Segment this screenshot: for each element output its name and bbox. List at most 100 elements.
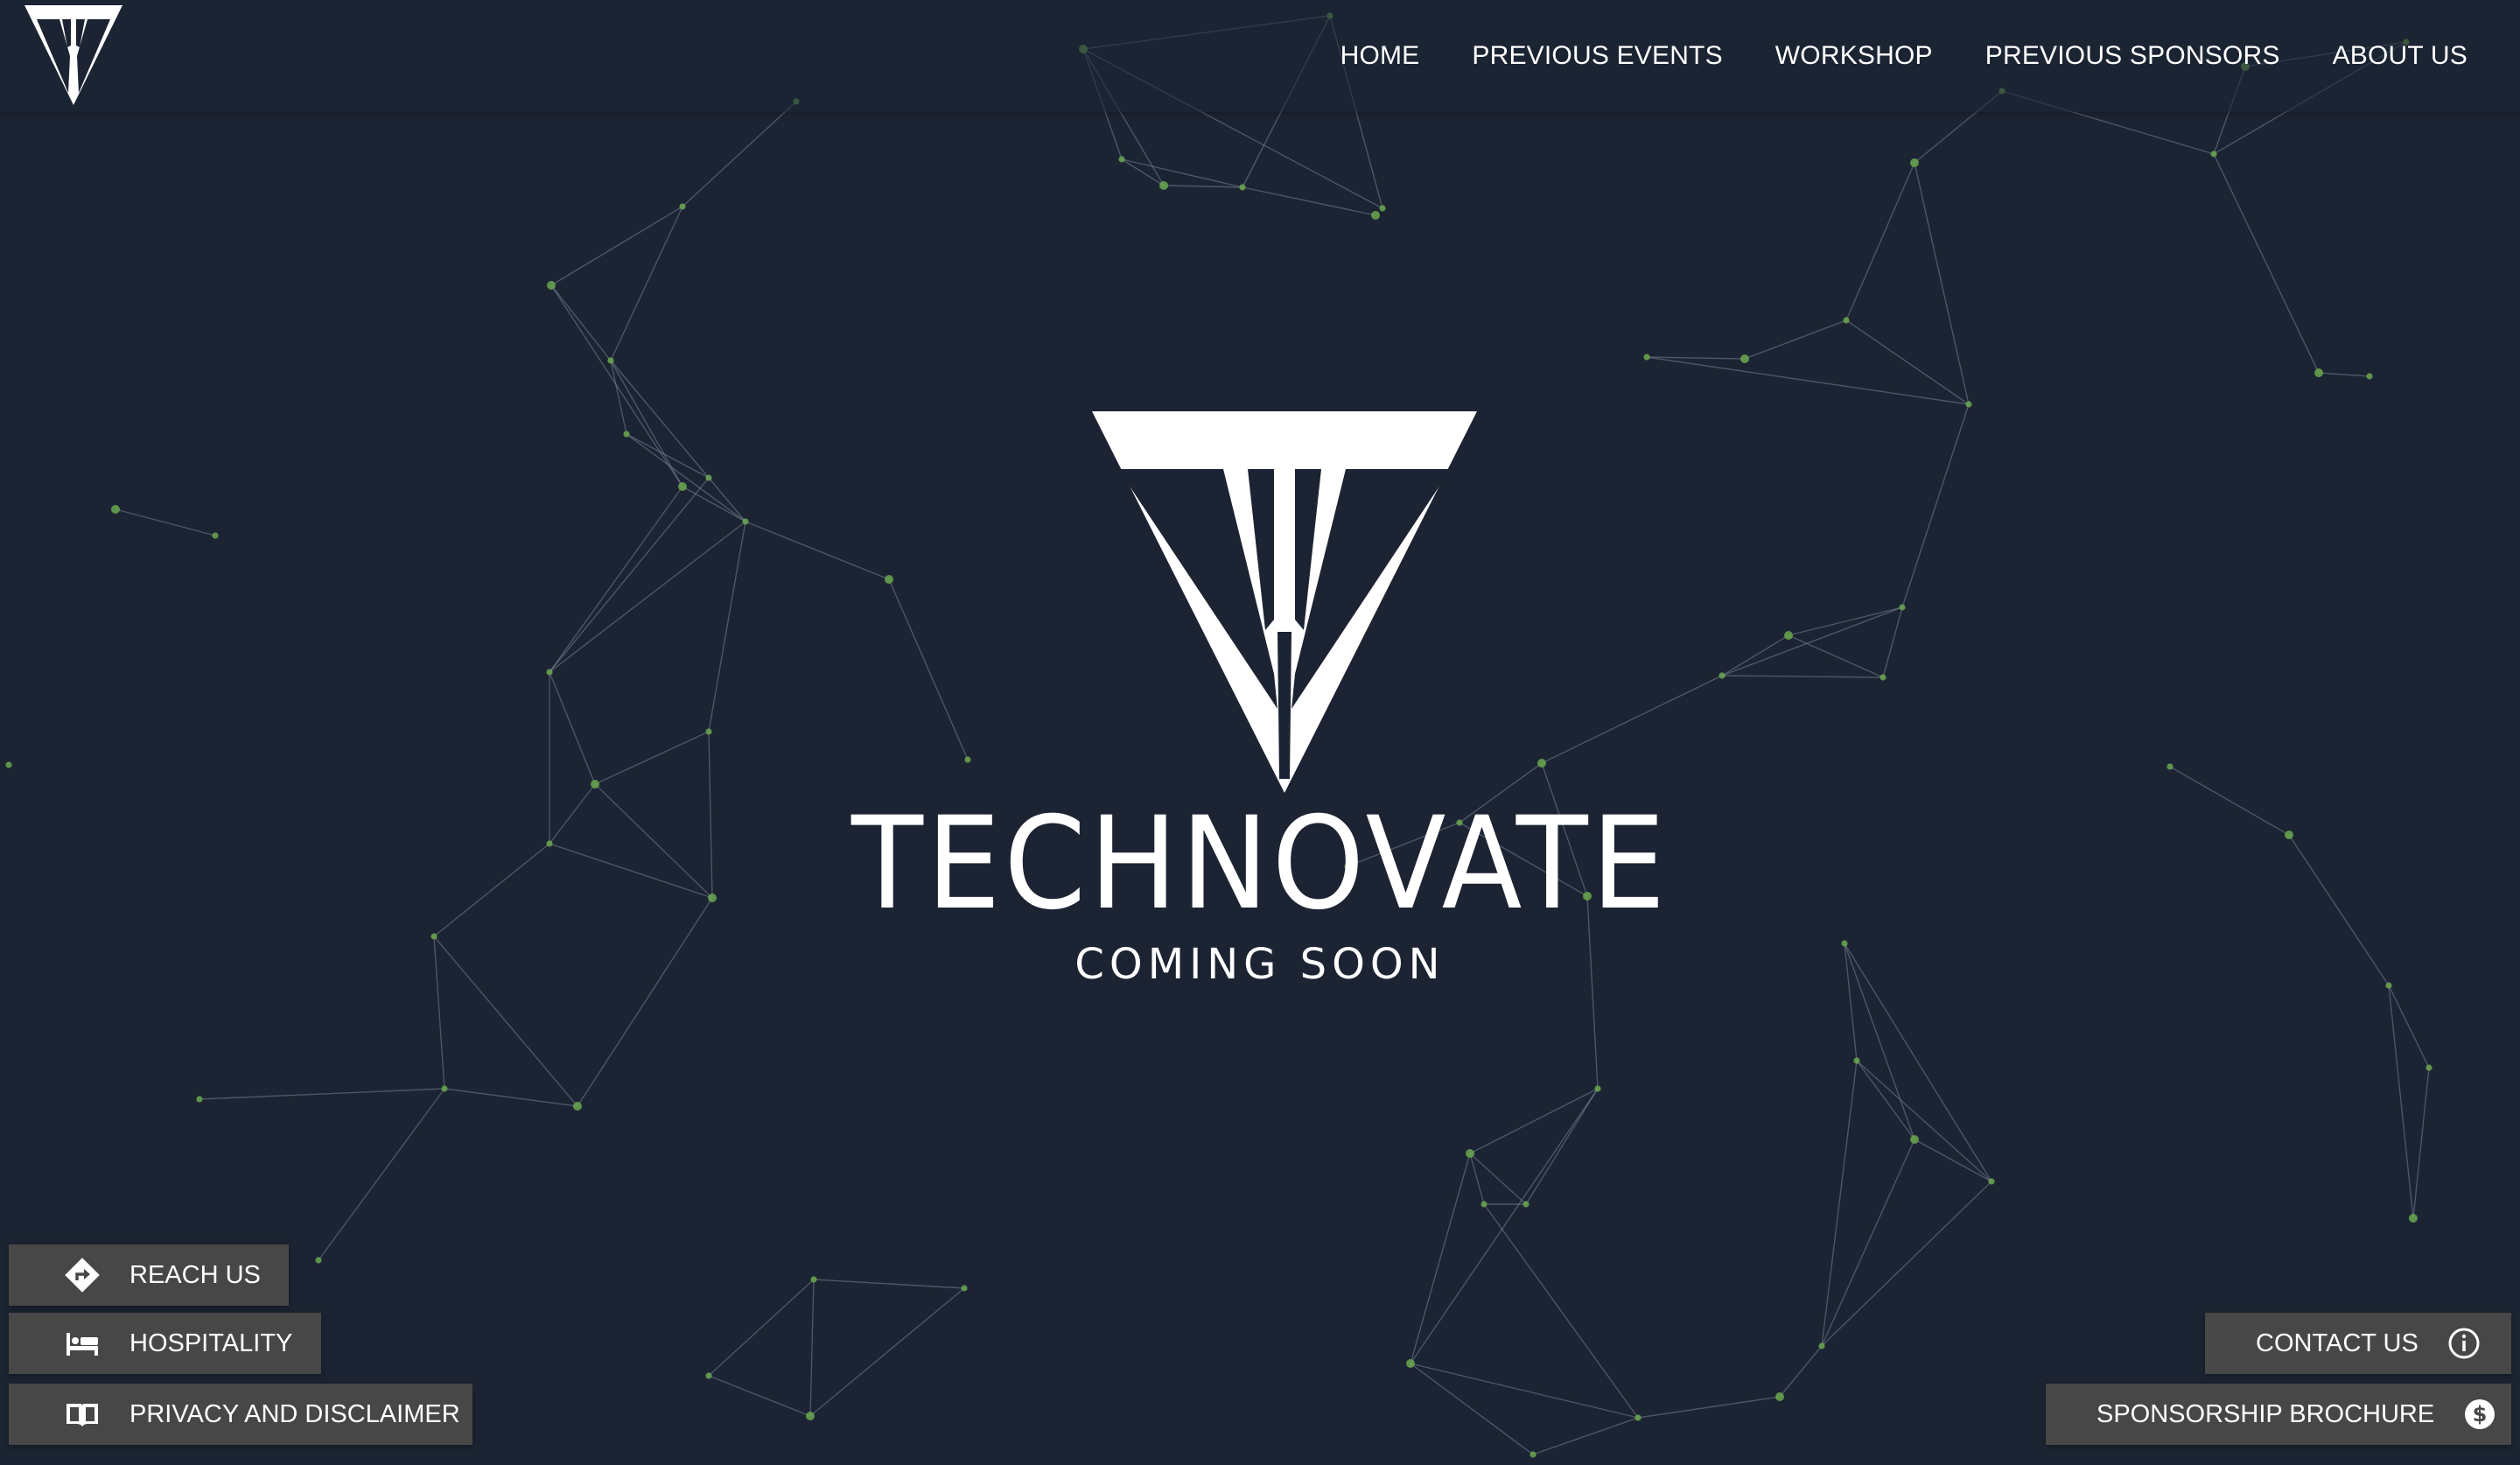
directions-icon: [63, 1256, 102, 1294]
network-edge: [1410, 1153, 1471, 1364]
network-edge: [708, 1375, 811, 1417]
network-node: [212, 532, 219, 539]
page-root: HOME PREVIOUS EVENTS WORKSHOP PREVIOUS S…: [0, 0, 2520, 1465]
network-node: [1643, 354, 1650, 361]
network-edge: [1744, 319, 1847, 360]
contact-us-button[interactable]: CONTACT US: [2205, 1313, 2511, 1374]
network-edge: [708, 477, 746, 522]
network-edge: [1914, 162, 1970, 405]
nav-previous-sponsors[interactable]: PREVIOUS SPONSORS: [1959, 0, 2306, 112]
network-edge: [1469, 1153, 1485, 1205]
reach-us-label: REACH US: [130, 1260, 261, 1289]
dollar-icon: $: [2462, 1397, 2497, 1432]
nav-about-us[interactable]: ABOUT US: [2306, 0, 2494, 112]
network-edge: [594, 731, 710, 785]
network-node: [1718, 672, 1726, 679]
svg-text:$: $: [2473, 1402, 2488, 1426]
network-edge: [549, 486, 683, 673]
network-node: [1910, 158, 1919, 167]
network-edge: [1856, 1060, 1915, 1140]
network-node: [705, 728, 712, 735]
network-edge: [1721, 606, 1903, 676]
network-node: [1379, 205, 1386, 212]
network-edge: [1845, 162, 1915, 321]
network-edge: [2318, 372, 2370, 377]
network-node: [1853, 1057, 1860, 1064]
privacy-disclaimer-button[interactable]: PRIVACY AND DISCLAIMER: [9, 1384, 472, 1445]
network-edge: [1721, 675, 1884, 678]
book-icon: [63, 1395, 102, 1433]
nav-home[interactable]: HOME: [1314, 0, 1446, 112]
network-edge: [1821, 1139, 1915, 1347]
network-edge: [1121, 158, 1243, 188]
network-node: [623, 431, 630, 438]
network-edge: [115, 508, 216, 536]
network-node: [547, 281, 556, 290]
network-node: [1634, 1414, 1642, 1421]
network-node: [1988, 1178, 1995, 1185]
network-node: [885, 575, 893, 584]
network-edge: [626, 433, 746, 522]
main-navigation: HOME PREVIOUS EVENTS WORKSHOP PREVIOUS S…: [1314, 0, 2494, 112]
network-edge: [1821, 1060, 1858, 1347]
network-edge: [2388, 985, 2414, 1219]
network-edge: [1637, 1396, 1781, 1419]
nav-previous-events[interactable]: PREVIOUS EVENTS: [1446, 0, 1748, 112]
network-edge: [444, 1088, 578, 1107]
privacy-disclaimer-label: PRIVACY AND DISCLAIMER: [130, 1399, 460, 1428]
network-edge: [1821, 1181, 1992, 1347]
contact-us-label: CONTACT US: [2256, 1328, 2418, 1357]
technovate-logo-icon[interactable]: [21, 2, 126, 107]
network-edge: [550, 284, 683, 487]
network-node: [1406, 1359, 1415, 1368]
network-node: [1522, 1201, 1530, 1208]
network-edge: [682, 101, 797, 207]
network-node: [1371, 211, 1380, 220]
network-node: [705, 474, 712, 481]
network-edge: [682, 486, 746, 522]
network-edge: [626, 433, 710, 479]
nav-workshop[interactable]: WORKSHOP: [1749, 0, 1959, 112]
network-node: [5, 761, 12, 768]
network-edge: [1121, 158, 1165, 186]
network-node: [1910, 1135, 1919, 1144]
top-navbar: HOME PREVIOUS EVENTS WORKSHOP PREVIOUS S…: [0, 0, 2520, 112]
network-edge: [888, 578, 969, 761]
network-node: [2426, 1064, 2432, 1071]
network-edge: [1779, 1345, 1823, 1398]
network-node: [1537, 759, 1546, 768]
network-node: [1880, 674, 1886, 681]
network-edge: [610, 360, 710, 479]
network-node: [315, 1257, 322, 1264]
reach-us-button[interactable]: REACH US: [9, 1244, 289, 1306]
network-node: [961, 1285, 968, 1292]
network-node: [196, 1096, 203, 1103]
network-node: [546, 669, 553, 676]
network-node: [441, 1085, 448, 1092]
network-edge: [1646, 356, 1746, 360]
network-edge: [708, 1279, 815, 1377]
network-node: [1594, 1085, 1601, 1092]
coming-soon-text: COMING SOON: [1074, 940, 1446, 989]
network-edge: [1163, 185, 1243, 188]
network-node: [679, 203, 686, 210]
sponsorship-brochure-button[interactable]: SPONSORSHIP BROCHURE $: [2046, 1384, 2511, 1445]
network-edge: [745, 521, 890, 580]
hospitality-button[interactable]: HOSPITALITY: [9, 1313, 321, 1374]
network-node: [2314, 368, 2323, 377]
network-edge: [549, 521, 746, 673]
network-node: [1843, 317, 1850, 324]
bed-icon: [63, 1324, 102, 1363]
network-edge: [708, 521, 746, 732]
network-node: [1530, 1451, 1536, 1458]
network-edge: [1525, 1088, 1599, 1205]
network-node: [1818, 1342, 1825, 1349]
network-edge: [2213, 153, 2320, 374]
network-edge: [1646, 356, 1970, 405]
network-node: [1899, 604, 1906, 611]
network-node: [591, 780, 599, 789]
technovate-hero-logo: [1092, 411, 1477, 793]
network-edge: [809, 1287, 965, 1417]
network-edge: [318, 1088, 445, 1261]
network-edge: [1410, 1363, 1534, 1455]
